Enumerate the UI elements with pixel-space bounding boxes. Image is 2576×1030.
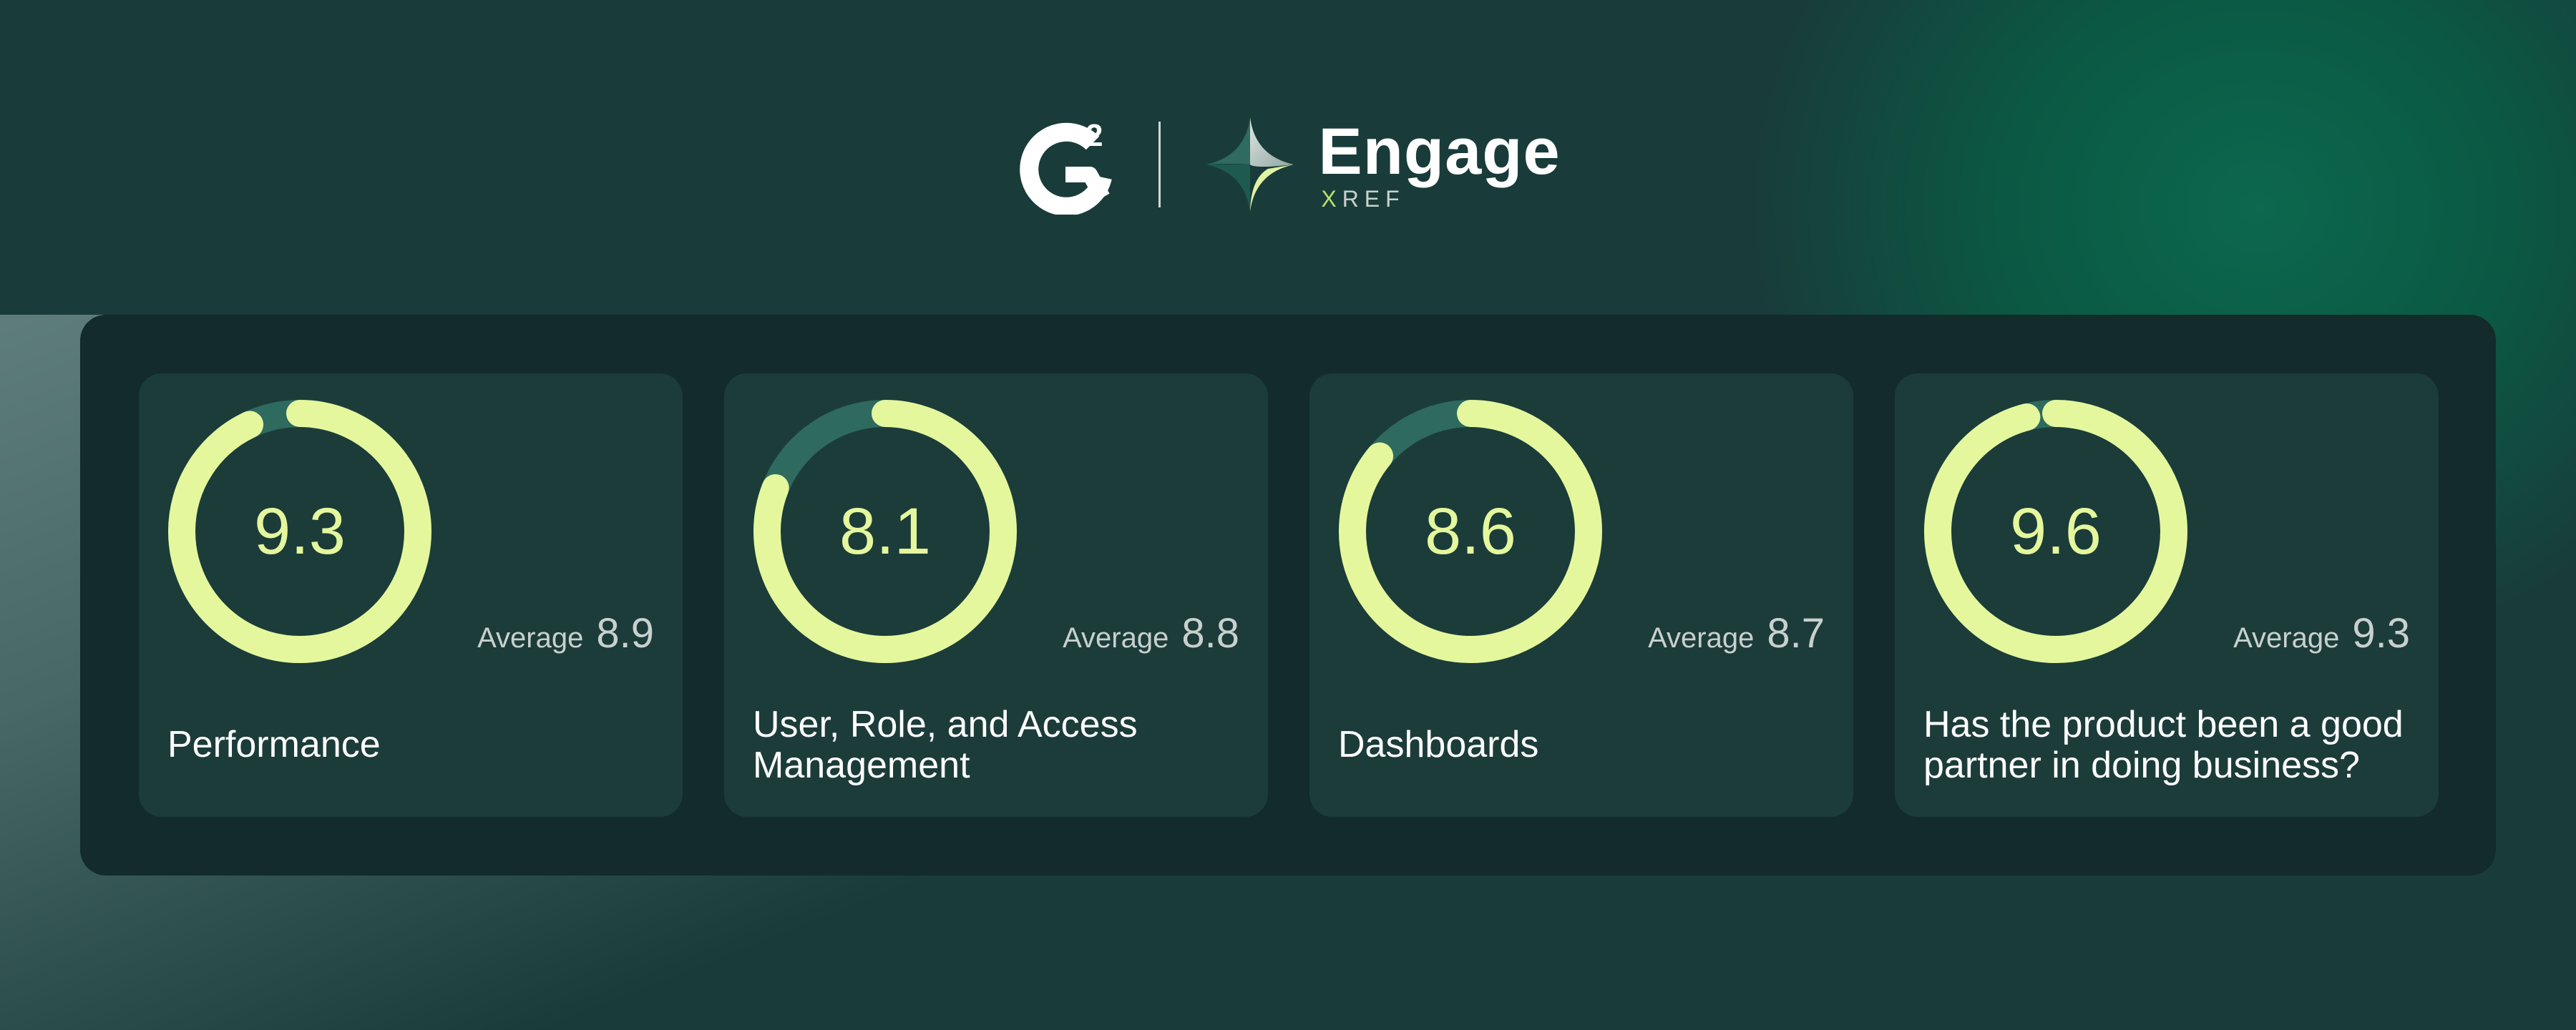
- engage-star-icon: [1206, 117, 1294, 212]
- average-value: 8.7: [1767, 610, 1825, 657]
- engage-title: Engage: [1318, 115, 1561, 188]
- metric-card: 8.1 Average 8.8 User, Role, and Access M…: [724, 373, 1268, 817]
- average: Average 9.3: [2233, 609, 2410, 657]
- metric-card: 8.6 Average 8.7 Dashboards: [1309, 373, 1853, 817]
- metric-label: User, Role, and Access Management: [753, 703, 1138, 786]
- average-label: Average: [1063, 622, 1169, 654]
- average-label: Average: [477, 622, 584, 654]
- metric-label: Has the product been a good partner in d…: [1923, 703, 2404, 786]
- score-value: 8.1: [839, 494, 931, 568]
- score-value: 9.6: [2010, 494, 2102, 568]
- g2-logo-icon: 2: [1020, 118, 1113, 215]
- metric-card: 9.6 Average 9.3 Has the product been a g…: [1895, 373, 2439, 817]
- average-value: 8.8: [1181, 610, 1239, 657]
- score-value: 8.6: [1425, 494, 1516, 568]
- average-label: Average: [1648, 622, 1755, 654]
- average-label: Average: [2233, 622, 2340, 654]
- average: Average 8.8: [1063, 609, 1239, 657]
- score-value: 9.3: [254, 494, 346, 568]
- average: Average 8.9: [477, 609, 654, 657]
- average-value: 9.3: [2352, 610, 2410, 657]
- header-divider: [1158, 122, 1161, 207]
- engage-wordmark: Engage XREF: [1318, 119, 1560, 210]
- xref-subtitle: XREF: [1321, 186, 1405, 212]
- svg-text:2: 2: [1085, 118, 1103, 153]
- average-value: 8.9: [596, 610, 654, 657]
- metric-card: 9.3 Average 8.9 Performance: [139, 373, 683, 817]
- metric-label: Dashboards: [1338, 724, 1539, 766]
- header: 2 Engage XREF: [0, 107, 2576, 222]
- metrics-panel: 9.3 Average 8.9 Performance 8.1 Average …: [80, 315, 2496, 876]
- average: Average 8.7: [1648, 609, 1825, 657]
- metric-label: Performance: [167, 724, 381, 766]
